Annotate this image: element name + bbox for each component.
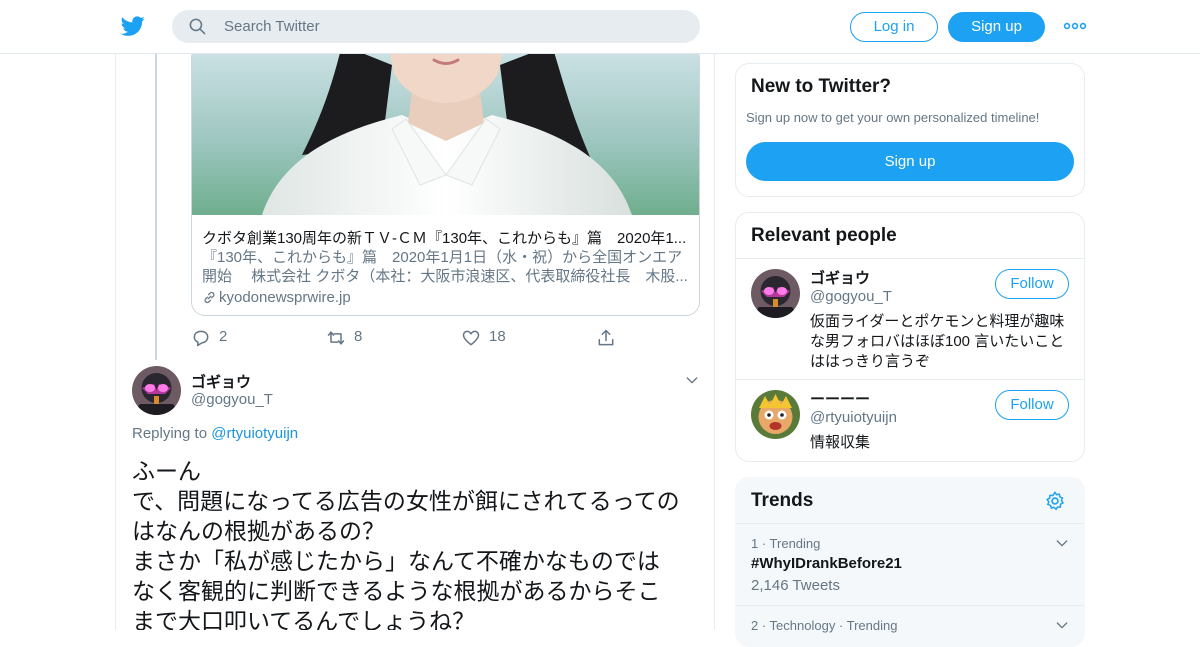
person-name[interactable]: ゴギョウ (810, 267, 870, 288)
tweet-text-line: ふーん (132, 458, 201, 484)
person-handle[interactable]: @rtyuiotyuijn (810, 409, 897, 426)
retweet-icon (327, 331, 345, 345)
link-icon (204, 291, 215, 304)
trend-item[interactable]: 2 · Technology · Trending (736, 605, 1084, 646)
follow-button[interactable]: Follow (995, 269, 1069, 299)
panel-title: Trends (751, 490, 814, 511)
avatar[interactable] (751, 269, 800, 318)
search-bar[interactable] (172, 10, 700, 43)
tweet-text-line: なく客観的に判断できるような根拠があるからそこ (132, 578, 661, 604)
card-description: 『130年、これからも』篇 2020年1月1日（水・祝）から全国オンエア 開始 … (202, 248, 692, 286)
main-timeline-column: クボタ創業130周年の新ＴＶ-ＣＭ『130年、これからも』篇 2020年1...… (115, 54, 715, 630)
person-bio-line: な男フォロバはほぼ100 言いたいこと (810, 333, 1065, 350)
twitter-logo-icon[interactable] (120, 14, 146, 38)
tweet-text: ふーん で、問題になってる広告の女性が餌にされてるっての はなんの根拠があるの？… (132, 456, 707, 630)
replying-to-label: Replying to (132, 425, 208, 442)
relevant-people-panel: Relevant people ゴギョウ @gogyou_T 仮面ライダーとポケ… (735, 212, 1085, 462)
tweet-author-name[interactable]: ゴギョウ (191, 371, 251, 392)
person-handle[interactable]: @gogyou_T (810, 288, 892, 305)
tweet-actions-bar: 2 8 18 (191, 326, 621, 350)
more-dots-icon[interactable] (1063, 18, 1087, 34)
avatar[interactable] (751, 390, 800, 439)
card-description-line: 『130年、これからも』篇 2020年1月1日（水・祝）から全国オンエア (202, 249, 683, 266)
tweet-text-line: まさか「私が感じたから」なんて不確かなものでは (132, 548, 660, 574)
card-image[interactable] (192, 54, 700, 215)
avatar-image (751, 269, 800, 318)
avatar-image (132, 366, 181, 415)
panel-title: New to Twitter? (751, 76, 892, 97)
person-card[interactable]: ーーーー @rtyuiotyuijn 情報収集 Follow (736, 379, 1084, 461)
person-bio-line: ははっきり言うぞ (810, 353, 931, 370)
tweet-text-line: まで大口叩いてるんでしょうね？ (132, 608, 476, 630)
trend-tweet-count: 2,146 Tweets (751, 577, 840, 594)
avatar-image (751, 390, 800, 439)
retweet-count: 8 (354, 328, 363, 345)
trend-meta: 2 · Technology · Trending (751, 618, 898, 633)
heart-icon (462, 330, 480, 346)
new-to-twitter-panel: New to Twitter? Sign up now to get your … (735, 63, 1085, 197)
card-title: クボタ創業130周年の新ＴＶ-ＣＭ『130年、これからも』篇 2020年1... (202, 230, 687, 247)
link-preview-card[interactable]: クボタ創業130周年の新ＴＶ-ＣＭ『130年、これからも』篇 2020年1...… (191, 54, 700, 316)
trends-panel: Trends 1 · Trending #WhyIDrankBefore21 2… (735, 477, 1085, 647)
signup-button[interactable]: Sign up (948, 12, 1045, 42)
panel-subtitle: Sign up now to get your own personalized… (746, 110, 1040, 125)
card-domain-text: kyodonewsprwire.jp (219, 289, 351, 306)
person-name[interactable]: ーーーー (810, 388, 870, 409)
sidebar-signup-button[interactable]: Sign up (746, 142, 1074, 181)
card-description-line: 開始 株式会社 クボタ（本社：大阪市浪速区、代表取締役社長 木股... (202, 268, 688, 285)
follow-button[interactable]: Follow (995, 390, 1069, 420)
person-card[interactable]: ゴギョウ @gogyou_T 仮面ライダーとポケモンと料理が趣味 な男フォロバは… (736, 258, 1084, 379)
tweet-text-line: で、問題になってる広告の女性が餌にされてるっての (132, 488, 680, 514)
trend-meta: 1 · Trending (751, 536, 821, 551)
search-icon (189, 18, 206, 35)
replying-to-line: Replying to @rtyuiotyuijn (132, 425, 298, 442)
reply-count: 2 (219, 328, 228, 345)
share-icon (598, 329, 614, 346)
trend-name[interactable]: #WhyIDrankBefore21 (751, 555, 902, 572)
replying-to-link[interactable]: @rtyuiotyuijn (211, 425, 298, 442)
thread-connector-line (155, 54, 157, 360)
chevron-down-icon[interactable] (1054, 617, 1070, 633)
chevron-down-icon[interactable] (1054, 535, 1070, 551)
search-input[interactable] (222, 10, 682, 43)
person-bio: 仮面ライダーとポケモンと料理が趣味 な男フォロバはほぼ100 言いたいこと はは… (810, 312, 1075, 372)
chevron-down-icon[interactable] (684, 372, 700, 388)
avatar[interactable] (132, 366, 181, 415)
reply-icon (193, 330, 209, 347)
person-bio-line: 情報収集 (810, 434, 871, 451)
top-navigation-bar: Log in Sign up (0, 0, 1200, 54)
like-count: 18 (489, 328, 506, 345)
card-domain: kyodonewsprwire.jp (202, 289, 351, 306)
gear-icon[interactable] (1044, 490, 1066, 512)
person-bio-line: 仮面ライダーとポケモンと料理が趣味 (810, 313, 1065, 330)
person-bio: 情報収集 (810, 433, 1075, 453)
tweet-text-line: はなんの根拠があるの？ (132, 518, 385, 544)
login-button[interactable]: Log in (850, 12, 938, 42)
trend-item[interactable]: 1 · Trending #WhyIDrankBefore21 2,146 Tw… (736, 523, 1084, 605)
panel-title: Relevant people (751, 225, 897, 246)
tweet-author-handle[interactable]: @gogyou_T (191, 391, 273, 408)
